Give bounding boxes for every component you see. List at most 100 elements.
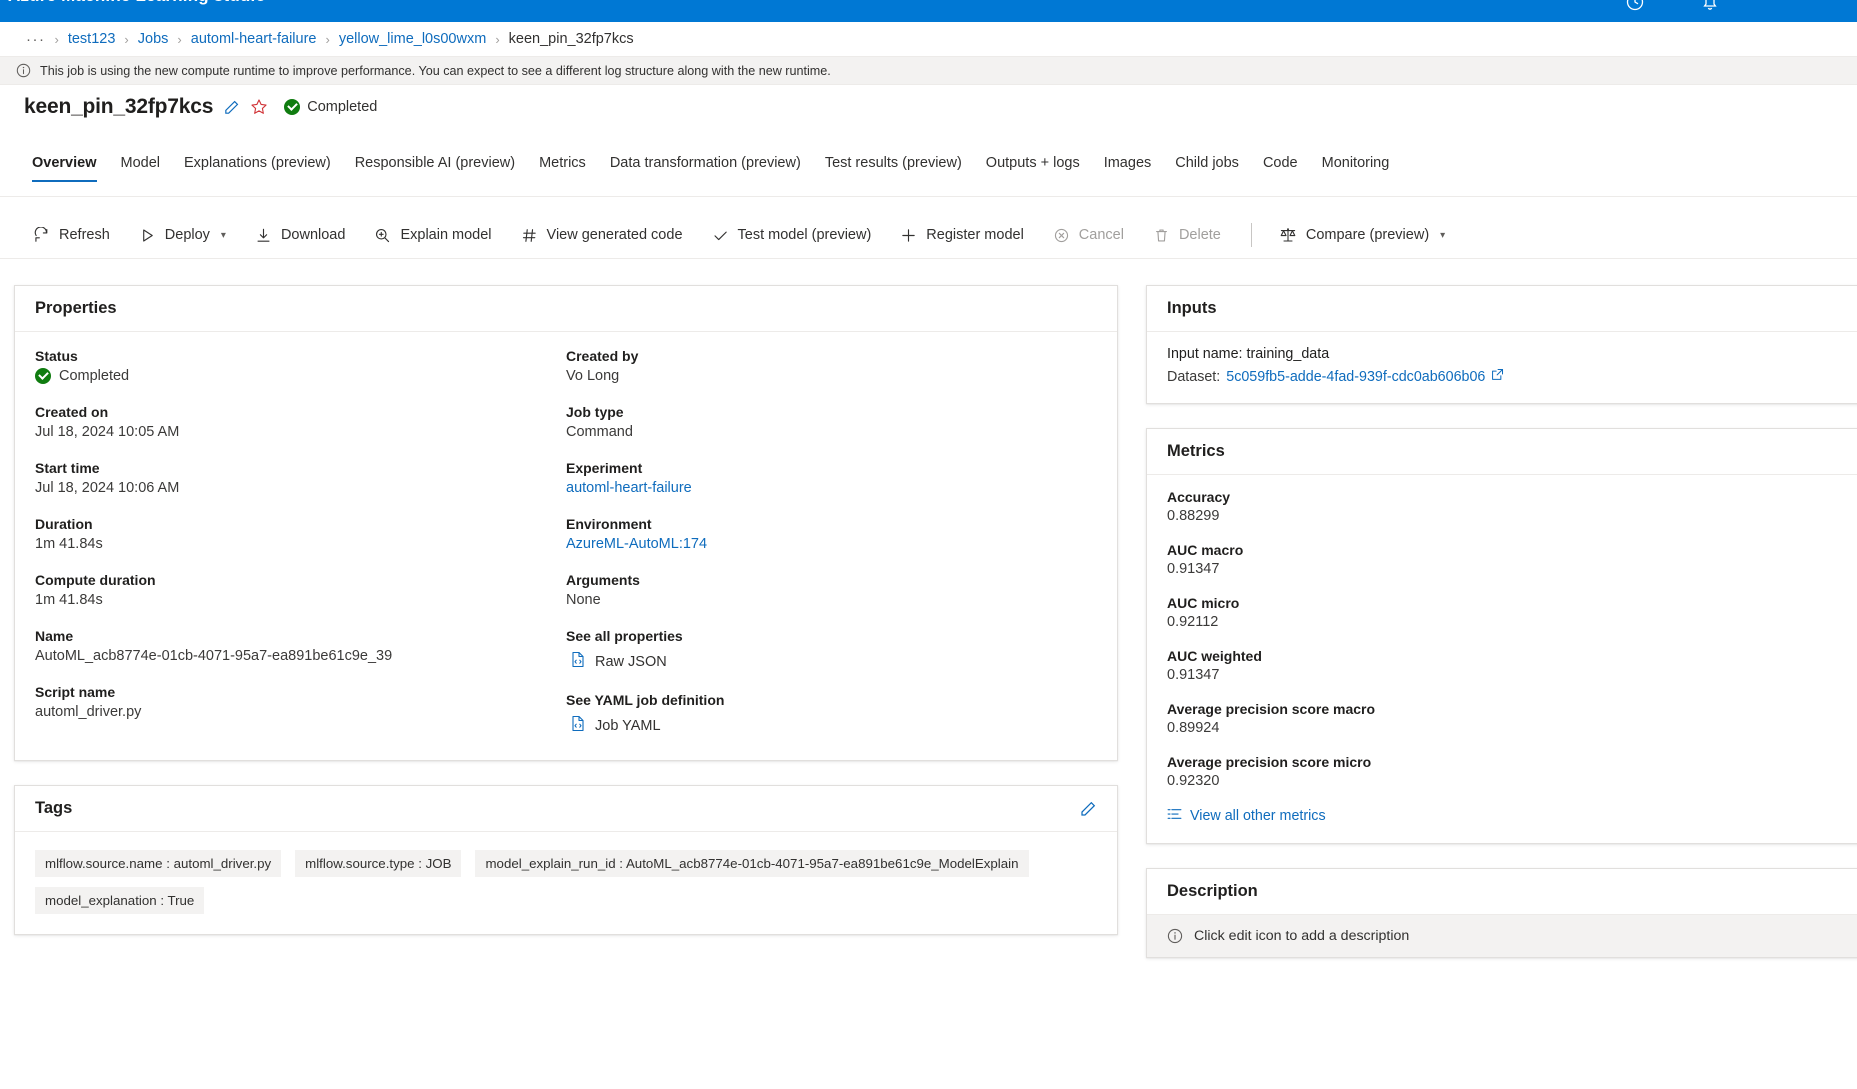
info-icon [1167, 928, 1183, 944]
tab-monitoring[interactable]: Monitoring [1310, 155, 1402, 182]
tab-explanations[interactable]: Explanations (preview) [172, 155, 343, 182]
external-link-icon[interactable] [1491, 368, 1504, 385]
info-banner-text: This job is using the new compute runtim… [40, 63, 831, 78]
view-generated-code-button[interactable]: View generated code [510, 220, 694, 251]
list-icon [1167, 807, 1182, 825]
property-value: 1m 41.84s [35, 592, 103, 608]
tab-overview[interactable]: Overview [20, 155, 109, 182]
download-label: Download [280, 227, 346, 243]
description-card-header: Description [1147, 869, 1857, 915]
refresh-button[interactable]: Refresh [22, 220, 121, 251]
app-top-bar: Azure Machine Learning studio [0, 0, 1857, 22]
main-column: Properties Status Completed Created on J… [14, 285, 1118, 935]
dataset-link[interactable]: 5c059fb5-adde-4fad-939f-cdc0ab606b06 [1226, 369, 1485, 385]
property-status-text: Completed [59, 368, 130, 384]
compare-button[interactable]: Compare (preview) ▾ [1268, 219, 1456, 251]
test-model-button[interactable]: Test model (preview) [701, 220, 883, 251]
metric-row: Accuracy 0.88299 [1167, 489, 1857, 524]
raw-json-link[interactable]: Raw JSON [570, 651, 1097, 672]
chevron-down-icon: ▾ [1440, 229, 1446, 241]
explain-model-button[interactable]: Explain model [363, 220, 502, 251]
cancel-label: Cancel [1078, 227, 1124, 243]
metric-value: 0.88299 [1167, 508, 1220, 524]
input-name-label: Input name: training_data [1167, 346, 1330, 362]
breadcrumb-item-parent-job[interactable]: yellow_lime_l0s00wxm [339, 31, 486, 47]
property-label: See all properties [566, 628, 683, 644]
compare-label: Compare (preview) [1305, 227, 1430, 243]
properties-card: Properties Status Completed Created on J… [14, 285, 1118, 761]
tab-outputs-logs[interactable]: Outputs + logs [974, 155, 1092, 182]
tab-test-results[interactable]: Test results (preview) [813, 155, 974, 182]
tags-card-header: Tags [15, 786, 1117, 832]
clock-icon[interactable] [1625, 0, 1645, 12]
tag-item: mlflow.source.type : JOB [295, 850, 462, 877]
metrics-title: Metrics [1167, 442, 1225, 460]
inputs-body: Input name: training_data Dataset: 5c059… [1147, 332, 1857, 403]
description-title: Description [1167, 882, 1258, 900]
cancel-button: Cancel [1042, 220, 1135, 251]
property-experiment: Experiment automl-heart-failure [566, 460, 1097, 496]
property-created-by: Created by Vo Long [566, 348, 1097, 384]
property-environment: Environment AzureML-AutoML:174 [566, 516, 1097, 552]
cancel-icon [1053, 227, 1070, 244]
tab-child-jobs[interactable]: Child jobs [1163, 155, 1251, 182]
metric-row: Average precision score macro 0.89924 [1167, 701, 1857, 736]
test-model-label: Test model (preview) [737, 227, 872, 243]
breadcrumb-item-jobs[interactable]: Jobs [138, 31, 169, 47]
deploy-button[interactable]: Deploy ▾ [128, 220, 237, 251]
page-title: keen_pin_32fp7kcs [24, 95, 214, 118]
tag-item: model_explain_run_id : AutoML_acb8774e-0… [475, 850, 1029, 877]
tab-data-transformation[interactable]: Data transformation (preview) [598, 155, 813, 182]
pencil-icon[interactable] [223, 99, 240, 116]
tags-body: mlflow.source.name : automl_driver.py ml… [15, 832, 1117, 934]
properties-body: Status Completed Created on Jul 18, 2024… [15, 332, 1117, 760]
experiment-link[interactable]: automl-heart-failure [566, 480, 1097, 496]
scales-icon [1279, 226, 1297, 244]
status-badge: Completed [284, 99, 377, 115]
job-tabs: Overview Model Explanations (preview) Re… [20, 155, 1850, 196]
explain-model-label: Explain model [400, 227, 492, 243]
tab-code[interactable]: Code [1251, 155, 1310, 182]
metric-value: 0.92320 [1167, 773, 1220, 789]
check-circle-icon [35, 368, 51, 384]
register-model-label: Register model [926, 227, 1024, 243]
metric-value: 0.91347 [1167, 667, 1220, 683]
yaml-file-icon [570, 715, 586, 736]
hash-icon [521, 227, 538, 244]
property-value: Completed [35, 368, 566, 384]
description-card: Description Click edit icon to add a des… [1146, 868, 1857, 958]
star-icon[interactable] [250, 98, 268, 116]
environment-link[interactable]: AzureML-AutoML:174 [566, 536, 1097, 552]
property-label: Duration [35, 516, 93, 532]
notification-icon[interactable] [1700, 0, 1720, 12]
property-duration: Duration 1m 41.84s [35, 516, 566, 552]
property-job-type: Job type Command [566, 404, 1097, 440]
metric-name: AUC micro [1167, 595, 1240, 611]
tab-images[interactable]: Images [1092, 155, 1164, 182]
tags-edit-pencil-icon[interactable] [1079, 800, 1097, 818]
tab-responsible-ai[interactable]: Responsible AI (preview) [343, 155, 527, 182]
metric-name: Accuracy [1167, 489, 1231, 505]
metric-row: AUC macro 0.91347 [1167, 542, 1857, 577]
job-yaml-link[interactable]: Job YAML [570, 715, 1097, 736]
view-all-other-metrics-link[interactable]: View all other metrics [1167, 807, 1857, 825]
property-compute-duration: Compute duration 1m 41.84s [35, 572, 566, 608]
breadcrumb-separator: › [124, 31, 129, 47]
breadcrumb-overflow-button[interactable]: ··· [26, 31, 46, 48]
property-value: Command [566, 424, 633, 440]
property-created-on: Created on Jul 18, 2024 10:05 AM [35, 404, 566, 440]
breadcrumb-item-test123[interactable]: test123 [68, 31, 116, 47]
breadcrumb-item-current-job: keen_pin_32fp7kcs [508, 31, 634, 47]
description-placeholder-text: Click edit icon to add a description [1194, 928, 1410, 944]
property-script-name: Script name automl_driver.py [35, 684, 566, 720]
metrics-card-header: Metrics [1147, 429, 1857, 475]
download-button[interactable]: Download [244, 220, 357, 251]
properties-left-column: Status Completed Created on Jul 18, 2024… [35, 348, 566, 736]
plus-icon [900, 227, 917, 244]
metric-value: 0.89924 [1167, 720, 1220, 736]
register-model-button[interactable]: Register model [889, 220, 1035, 251]
tab-metrics[interactable]: Metrics [527, 155, 598, 182]
breadcrumb-item-experiment[interactable]: automl-heart-failure [191, 31, 317, 47]
tab-model[interactable]: Model [109, 155, 173, 182]
property-see-all-properties: See all properties Raw JSON [566, 628, 1097, 672]
